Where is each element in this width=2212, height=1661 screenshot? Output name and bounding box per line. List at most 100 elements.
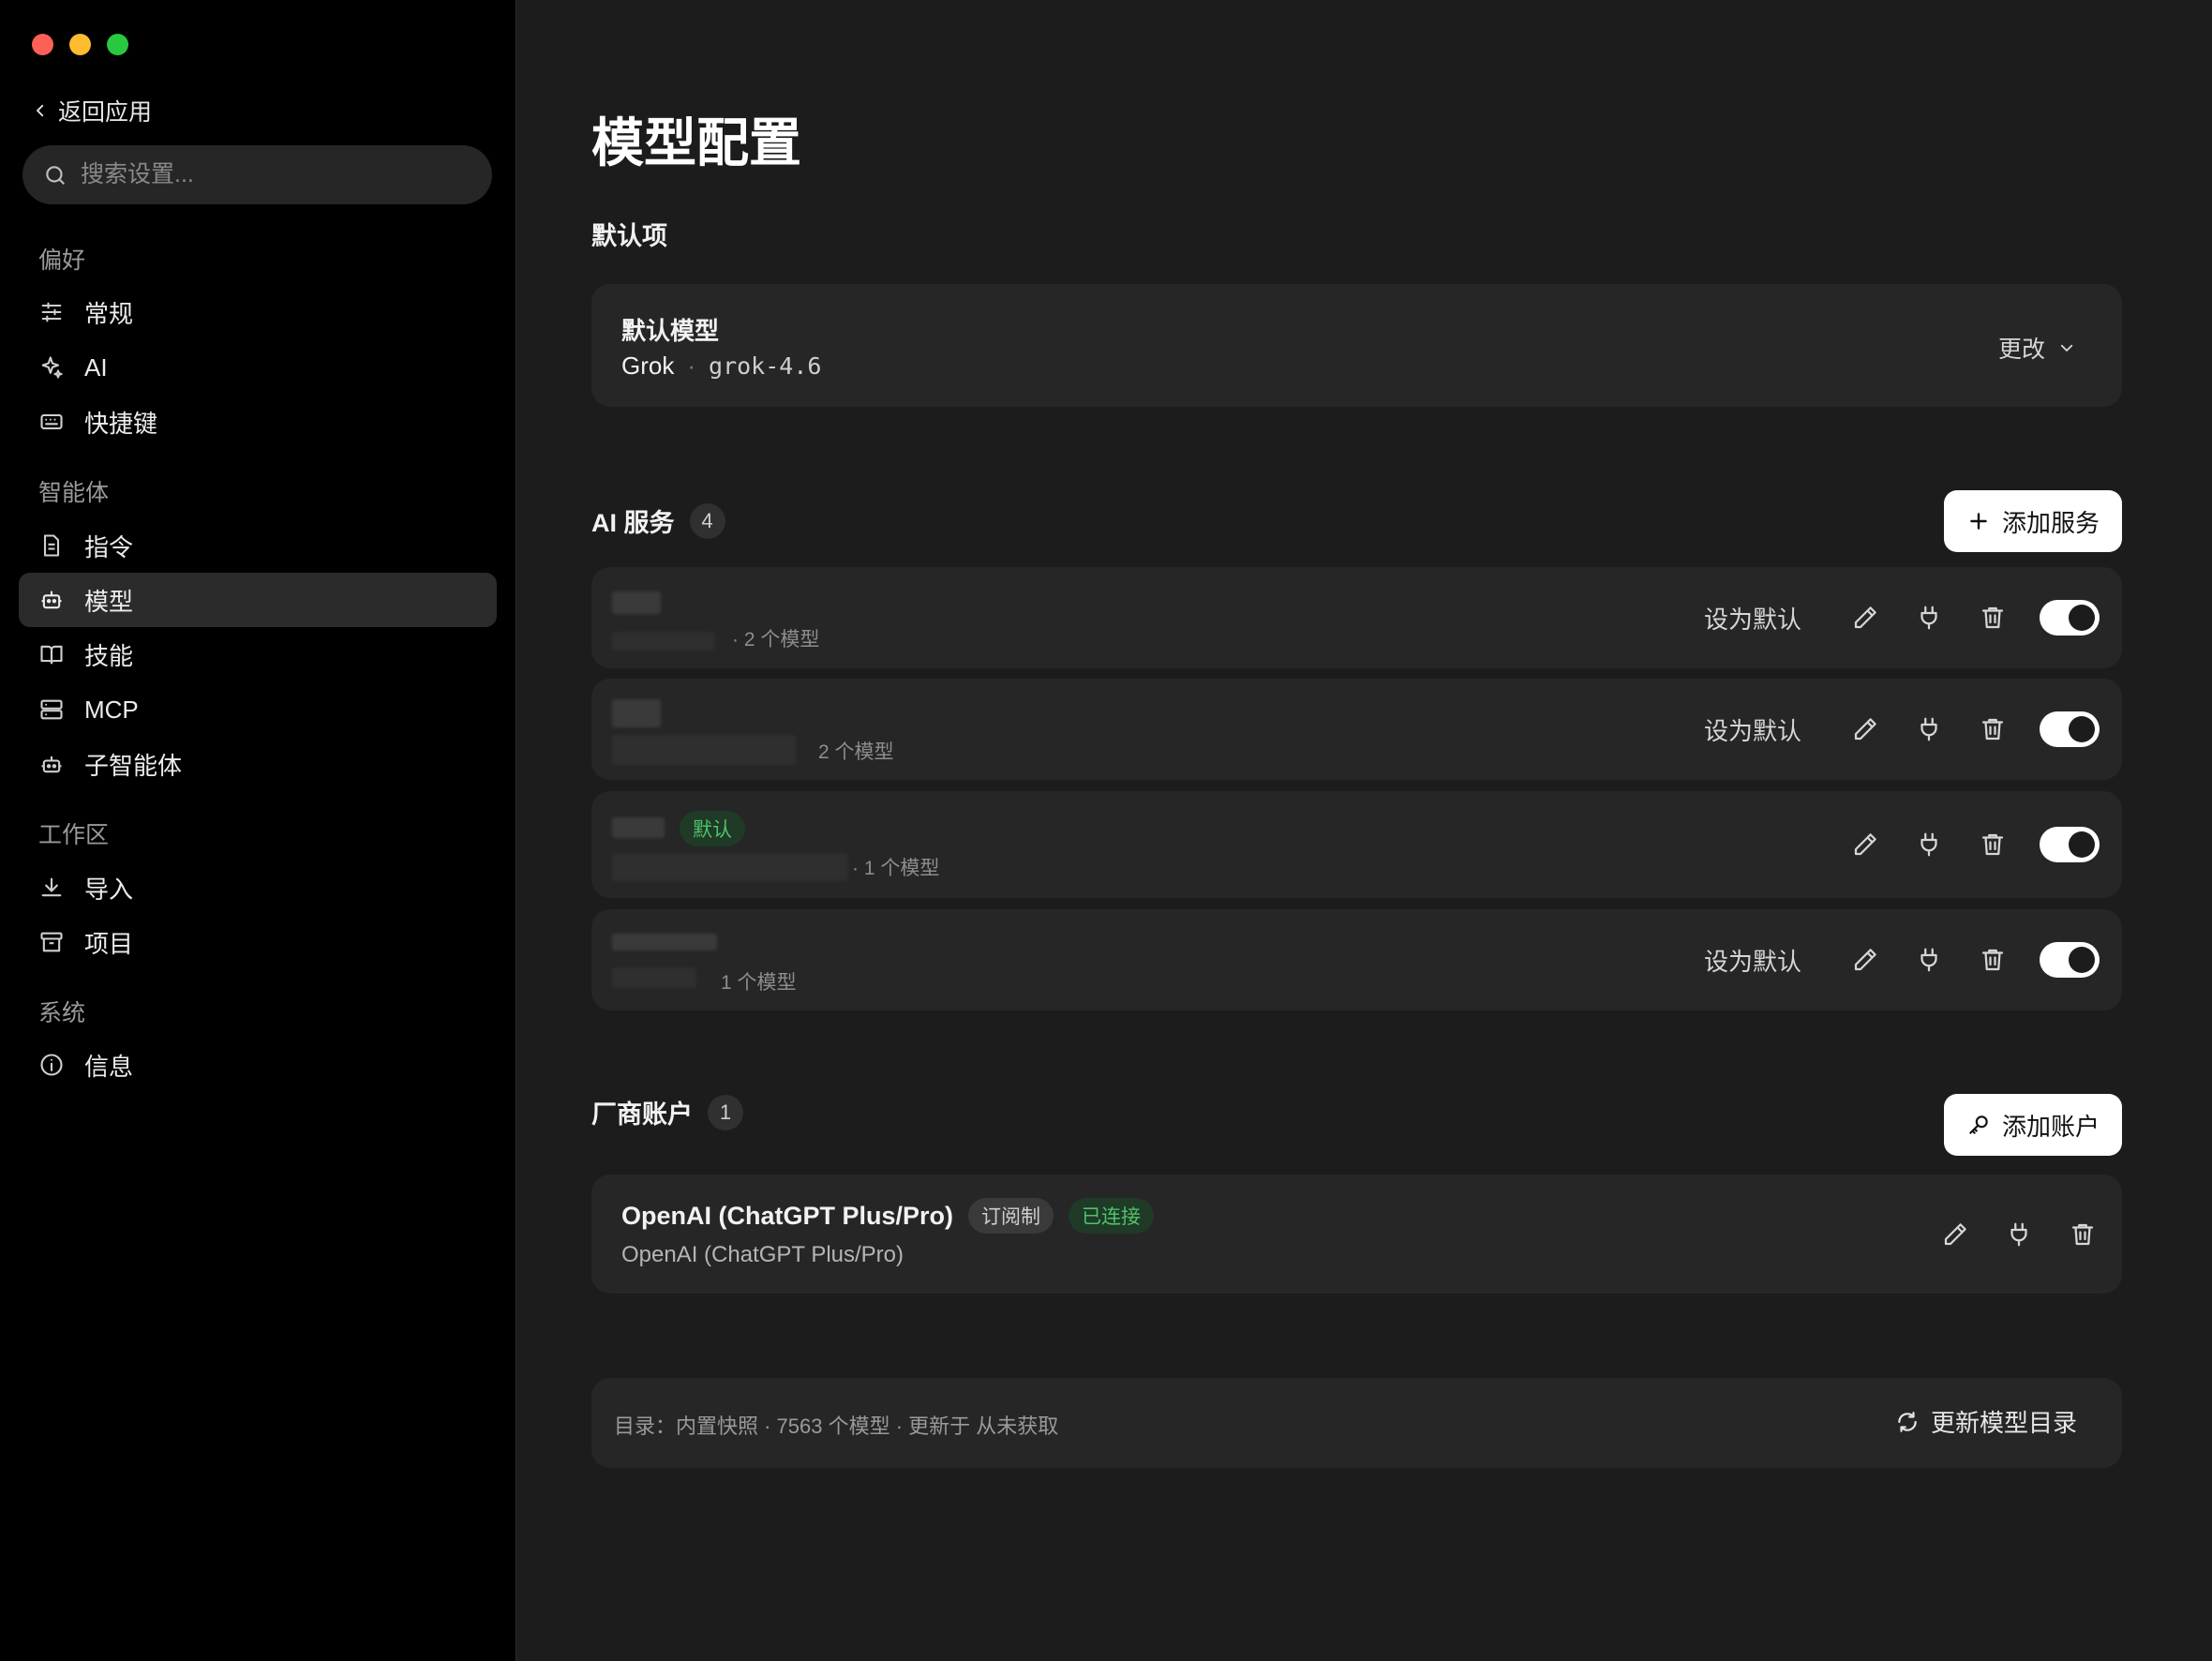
trash-icon (1981, 833, 2004, 856)
test-connection-button[interactable] (1912, 601, 1946, 635)
sparkles-icon (37, 353, 66, 382)
book-icon (37, 640, 66, 668)
services-count: 4 (689, 502, 725, 539)
close-window-button[interactable] (32, 34, 53, 55)
edit-button[interactable] (1938, 1218, 1972, 1251)
add-service-button[interactable]: 添加服务 (1943, 490, 2122, 552)
plug-icon (1921, 948, 1937, 972)
sidebar-item-instructions[interactable]: 指令 (19, 518, 497, 573)
window-controls (32, 34, 128, 55)
sidebar-item-shortcuts[interactable]: 快捷键 (19, 395, 497, 449)
change-default-model-button[interactable]: 更改 (1998, 331, 2075, 365)
add-service-label: 添加服务 (2001, 508, 2100, 537)
set-default-button[interactable]: 设为默认 (1704, 601, 1801, 636)
sidebar-item-ai[interactable]: AI (19, 340, 497, 395)
service-enabled-toggle[interactable] (2040, 600, 2100, 636)
sidebar-item-skills[interactable]: 技能 (19, 627, 497, 681)
set-default-button[interactable]: 设为默认 (1704, 943, 1801, 978)
sidebar-item-import[interactable]: 导入 (19, 860, 497, 915)
delete-button[interactable] (1976, 943, 2010, 977)
service-enabled-toggle[interactable] (2040, 711, 2100, 747)
vendors-heading-label: 厂商账户 (591, 1100, 693, 1129)
services-heading: AI 服务 4 (591, 502, 725, 539)
test-connection-button[interactable] (1912, 712, 1946, 746)
plug-icon (1921, 606, 1937, 630)
sidebar-item-label: AI (84, 352, 108, 382)
server-icon (37, 696, 66, 724)
minimize-window-button[interactable] (69, 34, 91, 55)
edit-button[interactable] (1848, 828, 1882, 861)
sidebar-item-info[interactable]: 信息 (19, 1038, 497, 1092)
vendors-count: 1 (708, 1094, 743, 1130)
zoom-window-button[interactable] (107, 34, 128, 55)
redacted-service-endpoint (612, 632, 715, 651)
sliders-icon (37, 298, 66, 326)
page-title: 模型配置 (591, 113, 801, 172)
delete-button[interactable] (2066, 1218, 2100, 1251)
delete-button[interactable] (1976, 828, 2010, 861)
add-account-button[interactable]: 添加账户 (1943, 1094, 2122, 1156)
vendor-account-actions (1938, 1175, 2100, 1294)
sidebar-item-models[interactable]: 模型 (19, 573, 497, 627)
trash-icon (1981, 718, 2004, 741)
sidebar-item-label: 快捷键 (84, 409, 158, 438)
robot-icon (37, 586, 66, 614)
service-enabled-toggle[interactable] (2040, 827, 2100, 862)
settings-search[interactable] (22, 145, 492, 204)
section-title-agents: 智能体 (38, 480, 110, 506)
service-model-count: 1 个模型 (721, 972, 797, 994)
plus-icon (1970, 513, 1987, 530)
key-icon (1969, 1115, 1988, 1134)
service-row: 2 个模型 设为默认 (591, 679, 2122, 780)
back-to-app-link[interactable]: 返回应用 (32, 94, 152, 127)
delete-button[interactable] (1976, 601, 2010, 635)
change-label: 更改 (1997, 337, 2045, 363)
vendor-account-card: OpenAI (ChatGPT Plus/Pro) 订阅制 已连接 OpenAI… (591, 1175, 2122, 1294)
chevron-left-icon (37, 104, 44, 117)
bot-icon (37, 750, 66, 778)
plug-icon (2010, 1222, 2027, 1246)
pencil-icon (1854, 606, 1876, 629)
edit-button[interactable] (1848, 712, 1882, 746)
catalog-status: 目录：内置快照 · 7563 个模型 · 更新于 从未获取 (614, 1414, 1059, 1438)
plug-icon (1921, 832, 1937, 857)
sidebar: 返回应用 偏好 常规 AI 快捷键 智能体 指令 模型 技能 MCP 子智能体 … (0, 0, 516, 1661)
section-title-system: 系统 (38, 1000, 86, 1026)
test-connection-button[interactable] (1912, 828, 1946, 861)
default-model-label: 默认模型 (621, 317, 720, 345)
sidebar-item-general[interactable]: 常规 (19, 285, 497, 339)
pencil-icon (1854, 833, 1876, 856)
defaults-heading-label: 默认项 (591, 222, 667, 250)
service-row: 默认 · 1 个模型 (591, 791, 2122, 898)
sidebar-item-label: 指令 (84, 532, 134, 561)
pencil-icon (1854, 949, 1876, 971)
section-title-workspace: 工作区 (38, 822, 110, 848)
document-icon (37, 531, 66, 560)
refresh-catalog-button[interactable]: 更新模型目录 (1895, 1404, 2077, 1439)
default-model-value: Grok · grok-4.6 (621, 352, 821, 381)
refresh-icon (1898, 1411, 1917, 1432)
test-connection-button[interactable] (1912, 943, 1946, 977)
default-badge: 默认 (680, 811, 745, 846)
service-actions: 设为默认 (1704, 679, 2100, 780)
set-default-button[interactable]: 设为默认 (1704, 712, 1801, 747)
redacted-service-endpoint (612, 735, 796, 765)
chevron-down-icon (2060, 344, 2073, 352)
delete-button[interactable] (1976, 712, 2010, 746)
default-model-id: grok-4.6 (709, 352, 822, 380)
trash-icon (1981, 949, 2004, 971)
search-input[interactable] (79, 160, 457, 189)
sidebar-item-subagents[interactable]: 子智能体 (19, 737, 497, 791)
sidebar-item-mcp[interactable]: MCP (19, 682, 497, 737)
sidebar-item-label: 导入 (84, 875, 134, 904)
sidebar-item-projects[interactable]: 项目 (19, 915, 497, 969)
test-connection-button[interactable] (2002, 1218, 2036, 1251)
sidebar-item-label: MCP (84, 695, 139, 724)
trash-icon (1981, 606, 2004, 629)
redacted-service-name (612, 817, 665, 838)
edit-button[interactable] (1848, 601, 1882, 635)
edit-button[interactable] (1848, 943, 1882, 977)
archive-icon (37, 928, 66, 956)
service-enabled-toggle[interactable] (2040, 942, 2100, 978)
service-actions: 设为默认 (1704, 909, 2100, 1010)
